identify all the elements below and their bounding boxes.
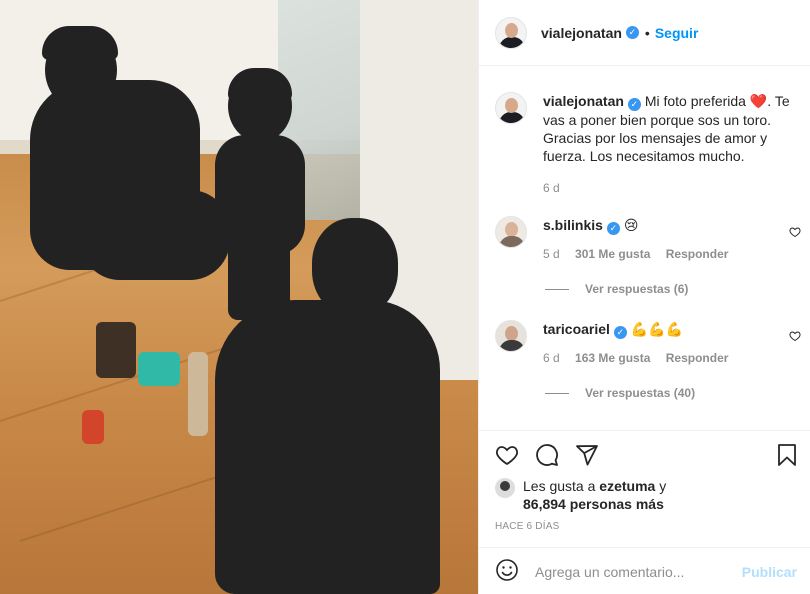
caption: vialejonatan ✓ Mi foto preferida ❤️. Te v… bbox=[495, 92, 795, 197]
action-icons bbox=[495, 443, 615, 467]
verified-icon: ✓ bbox=[627, 98, 641, 111]
share-icon[interactable] bbox=[575, 443, 599, 467]
post-time-ago[interactable]: HACE 6 DÍAS bbox=[495, 521, 559, 532]
author-avatar[interactable] bbox=[495, 16, 527, 49]
liker-avatar-face bbox=[500, 481, 510, 491]
photo-toy-horse bbox=[96, 322, 136, 378]
bookmark-icon[interactable] bbox=[775, 443, 799, 467]
view-replies-button[interactable]: Ver respuestas (6) bbox=[545, 282, 688, 296]
view-replies-line bbox=[545, 392, 569, 394]
photo-child-body bbox=[215, 135, 305, 255]
follow-button[interactable]: Seguir bbox=[655, 25, 699, 41]
comment-likes[interactable]: 301 Me gusta bbox=[575, 247, 650, 261]
caption-username[interactable]: vialejonatan bbox=[543, 93, 624, 109]
heart-icon[interactable] bbox=[495, 443, 519, 467]
publish-button[interactable]: Publicar bbox=[742, 564, 797, 580]
comment-time[interactable]: 5 d bbox=[543, 247, 560, 261]
post-actions: Les gusta a ezetuma y 86,894 personas má… bbox=[479, 430, 810, 594]
avatar-suit bbox=[499, 112, 525, 123]
post-panel: vialejonatan ✓ • Seguir vialejonatan ✓ Mi… bbox=[478, 0, 810, 594]
avatar-face bbox=[505, 222, 518, 237]
add-comment-bar: Publicar bbox=[479, 547, 810, 594]
comment-item: s.bilinkis ✓ 😢 5 d 301 Me gusta Responder bbox=[495, 216, 795, 263]
avatar-suit bbox=[499, 36, 525, 48]
comment-meta: 5 d 301 Me gusta Responder bbox=[543, 245, 795, 263]
likes-text: Les gusta a ezetuma y 86,894 personas má… bbox=[523, 477, 666, 513]
avatar-face bbox=[505, 326, 518, 341]
reply-button[interactable]: Responder bbox=[666, 351, 729, 365]
caption-meta: 6 d bbox=[543, 179, 795, 197]
comment-username[interactable]: taricoariel bbox=[543, 321, 610, 337]
likes-count[interactable]: 86,894 personas más bbox=[523, 496, 664, 512]
view-replies-button[interactable]: Ver respuestas (40) bbox=[545, 386, 695, 400]
post-header: vialejonatan ✓ • Seguir bbox=[479, 0, 810, 66]
comment-text: 💪💪💪 bbox=[630, 321, 684, 337]
view-replies-line bbox=[545, 288, 569, 290]
comment-icon[interactable] bbox=[535, 443, 559, 467]
likes-suffix: y bbox=[659, 478, 667, 494]
comment-text: 😢 bbox=[623, 217, 639, 233]
photo-toy-alebrije bbox=[138, 352, 180, 386]
view-replies-label: Ver respuestas (6) bbox=[585, 282, 689, 296]
avatar-face bbox=[505, 22, 518, 38]
comment-likes[interactable]: 163 Me gusta bbox=[575, 351, 650, 365]
photo-man-hair bbox=[42, 26, 118, 60]
caption-text-line1: Mi foto preferida ❤️. bbox=[644, 93, 772, 109]
smiley-icon[interactable] bbox=[495, 558, 519, 585]
avatar-suit bbox=[499, 340, 525, 351]
comment-username[interactable]: s.bilinkis bbox=[543, 217, 603, 233]
commenter-avatar[interactable] bbox=[495, 216, 527, 248]
photo-toy-figure bbox=[188, 352, 208, 436]
reply-button[interactable]: Responder bbox=[666, 247, 729, 261]
comment-like-heart-icon[interactable] bbox=[789, 226, 801, 238]
photo-elder-head bbox=[312, 218, 398, 316]
verified-icon: ✓ bbox=[625, 26, 639, 39]
comments-list[interactable]: vialejonatan ✓ Mi foto preferida ❤️. Te v… bbox=[479, 66, 810, 430]
likes-user[interactable]: ezetuma bbox=[599, 478, 655, 494]
separator-dot: • bbox=[644, 24, 650, 41]
photo-child-hair bbox=[228, 68, 292, 102]
verified-icon: ✓ bbox=[613, 326, 627, 339]
comment-text-block: s.bilinkis ✓ 😢 5 d 301 Me gusta Responder bbox=[543, 216, 795, 263]
author-username[interactable]: vialejonatan bbox=[541, 25, 622, 41]
caption-time[interactable]: 6 d bbox=[543, 181, 560, 195]
comment-input[interactable] bbox=[535, 563, 735, 580]
likes-prefix: Les gusta a bbox=[523, 478, 596, 494]
comment-like-heart-icon[interactable] bbox=[789, 330, 801, 342]
caption-avatar[interactable] bbox=[495, 92, 527, 124]
photo-toy-bird bbox=[82, 410, 104, 444]
avatar-face bbox=[505, 98, 518, 113]
comment-time[interactable]: 6 d bbox=[543, 351, 560, 365]
photo-man-shirt bbox=[88, 96, 148, 206]
commenter-avatar[interactable] bbox=[495, 320, 527, 352]
avatar-suit bbox=[499, 236, 525, 247]
photo-floor-line bbox=[19, 472, 230, 542]
comment-text-block: taricoariel ✓ 💪💪💪 6 d 163 Me gusta Respon… bbox=[543, 320, 795, 367]
comment-item: taricoariel ✓ 💪💪💪 6 d 163 Me gusta Respon… bbox=[495, 320, 795, 367]
caption-text-block: vialejonatan ✓ Mi foto preferida ❤️. Te v… bbox=[543, 92, 795, 197]
post-photo[interactable] bbox=[0, 0, 478, 594]
likes-summary: Les gusta a ezetuma y 86,894 personas má… bbox=[495, 477, 666, 513]
liker-avatar[interactable] bbox=[495, 478, 515, 498]
comment-meta: 6 d 163 Me gusta Responder bbox=[543, 349, 795, 367]
view-replies-label: Ver respuestas (40) bbox=[585, 386, 696, 400]
verified-icon: ✓ bbox=[606, 222, 620, 235]
photo-elder-shirt bbox=[300, 318, 360, 358]
